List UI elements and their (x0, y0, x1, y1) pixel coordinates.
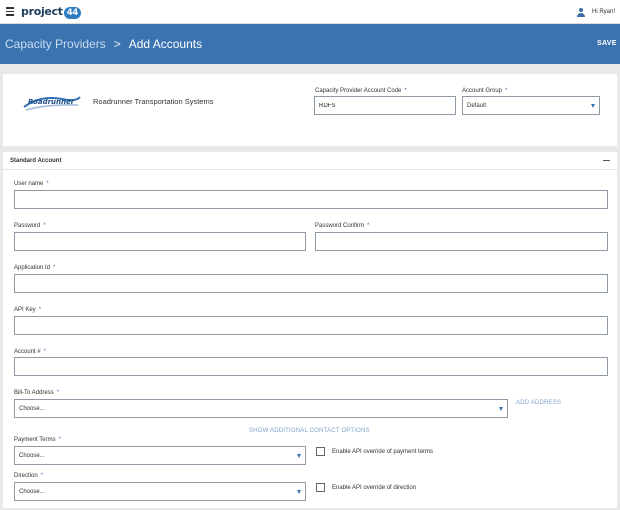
logo-badge: 44 (63, 7, 82, 19)
account-group-select[interactable]: Default (462, 96, 600, 115)
user-icon[interactable] (577, 8, 585, 17)
account-number-input[interactable] (14, 357, 608, 376)
required-marker: * (38, 307, 42, 313)
api-key-input[interactable] (14, 316, 608, 335)
password-input[interactable] (14, 232, 306, 251)
bill-to-value: Choose... (19, 406, 45, 412)
logo-text: project (21, 5, 63, 18)
required-marker: * (505, 88, 508, 94)
show-contact-options-link[interactable]: SHOW ADDITIONAL CONTACT OPTIONS (249, 428, 370, 434)
title-bar: Capacity Providers > Add Accounts SAVE (0, 24, 620, 64)
section-header[interactable]: Standard Account (3, 152, 617, 170)
breadcrumb-parent[interactable]: Capacity Providers (5, 37, 106, 51)
svg-text:Roadrunner: Roadrunner (28, 98, 75, 106)
required-marker: * (43, 349, 47, 355)
account-group-value: Default (467, 103, 487, 109)
chevron-down-icon (297, 454, 301, 458)
password-confirm-label: Password Confirm * (315, 223, 370, 229)
required-marker: * (404, 88, 407, 94)
user-greeting[interactable]: Hi Ryan! (592, 9, 615, 15)
required-marker: * (53, 265, 56, 271)
direction-value: Choose... (19, 489, 45, 495)
account-code-label: Capacity Provider Account Code * (315, 88, 407, 94)
section-title: Standard Account (10, 158, 62, 164)
required-marker: * (46, 181, 49, 187)
payment-terms-label: Payment Terms * (14, 437, 61, 443)
bill-to-label: Bill-To Address * (14, 390, 60, 396)
payment-terms-value: Choose... (19, 453, 45, 459)
required-marker: * (367, 223, 370, 229)
breadcrumb: Capacity Providers > Add Accounts (5, 37, 202, 51)
api-key-label: API Key * (14, 307, 42, 313)
override-direction-checkbox[interactable] (316, 483, 325, 492)
override-direction-label: Enable API override of direction (332, 485, 417, 491)
required-marker: * (40, 473, 44, 479)
minus-icon[interactable] (603, 160, 610, 162)
account-code-input[interactable] (314, 96, 456, 115)
password-confirm-input[interactable] (315, 232, 608, 251)
payment-terms-select[interactable]: Choose... (14, 446, 306, 465)
account-number-label: Account # * (14, 349, 47, 355)
username-input[interactable] (14, 190, 608, 209)
add-address-link[interactable]: ADD ADDRESS (516, 400, 561, 406)
chevron-down-icon (591, 104, 595, 108)
menu-icon[interactable] (6, 7, 14, 16)
application-id-input[interactable] (14, 274, 608, 293)
chevron-down-icon (297, 490, 301, 494)
breadcrumb-separator: > (113, 37, 121, 51)
override-payment-label: Enable API override of payment terms (332, 449, 434, 455)
top-bar: project 44 Hi Ryan! (0, 0, 620, 24)
direction-select[interactable]: Choose... (14, 482, 306, 501)
bill-to-select[interactable]: Choose... (14, 399, 508, 418)
provider-card: Roadrunner Roadrunner Transportation Sys… (3, 74, 617, 146)
username-label: User name * (14, 181, 49, 187)
chevron-down-icon (499, 407, 503, 411)
roadrunner-logo: Roadrunner (23, 96, 81, 111)
page-title: Add Accounts (128, 37, 203, 51)
required-marker: * (43, 223, 46, 229)
save-button[interactable]: SAVE (597, 40, 617, 47)
account-group-label: Account Group * (462, 88, 508, 94)
standard-account-card: Standard Account User name * Password * Pa… (3, 152, 617, 508)
direction-label: Direction * (14, 473, 44, 479)
password-label: Password * (14, 223, 46, 229)
override-payment-checkbox[interactable] (316, 447, 325, 456)
required-marker: * (56, 390, 60, 396)
provider-name: Roadrunner Transportation Systems (93, 97, 214, 106)
application-id-label: Application Id * (14, 265, 56, 271)
required-marker: * (58, 437, 61, 443)
app-logo[interactable]: project 44 (21, 5, 82, 19)
